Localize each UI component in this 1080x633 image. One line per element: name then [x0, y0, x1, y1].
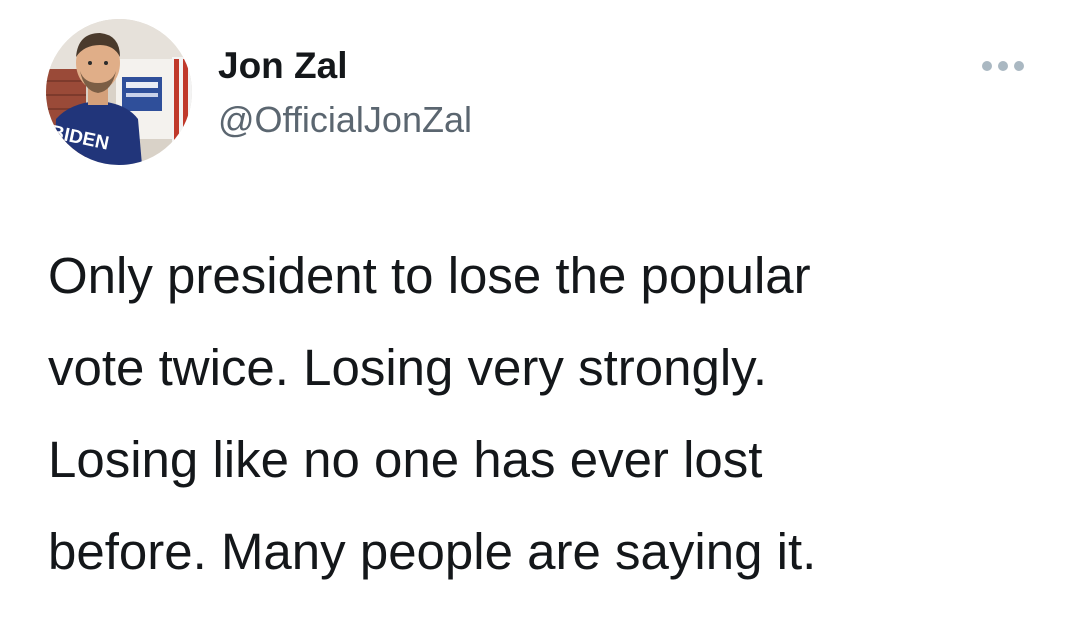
user-handle[interactable]: @OfficialJonZal [218, 96, 472, 144]
tweet-text-line: before. Many people are saying it. [48, 523, 817, 580]
tweet-text-line: vote twice. Losing very strongly. [48, 339, 768, 396]
tweet-text-line: Losing like no one has ever lost [48, 431, 763, 488]
more-horizontal-icon [982, 61, 1024, 71]
more-options-button[interactable] [976, 50, 1032, 82]
tweet-text: Only president to lose the popular vote … [48, 230, 1038, 598]
avatar[interactable]: BIDEN [46, 19, 192, 165]
display-name[interactable]: Jon Zal [218, 42, 348, 90]
tweet-text-line: Only president to lose the popular [48, 247, 811, 304]
tweet-card: BIDEN Jon Zal @OfficialJonZal Only presi… [0, 0, 1080, 633]
